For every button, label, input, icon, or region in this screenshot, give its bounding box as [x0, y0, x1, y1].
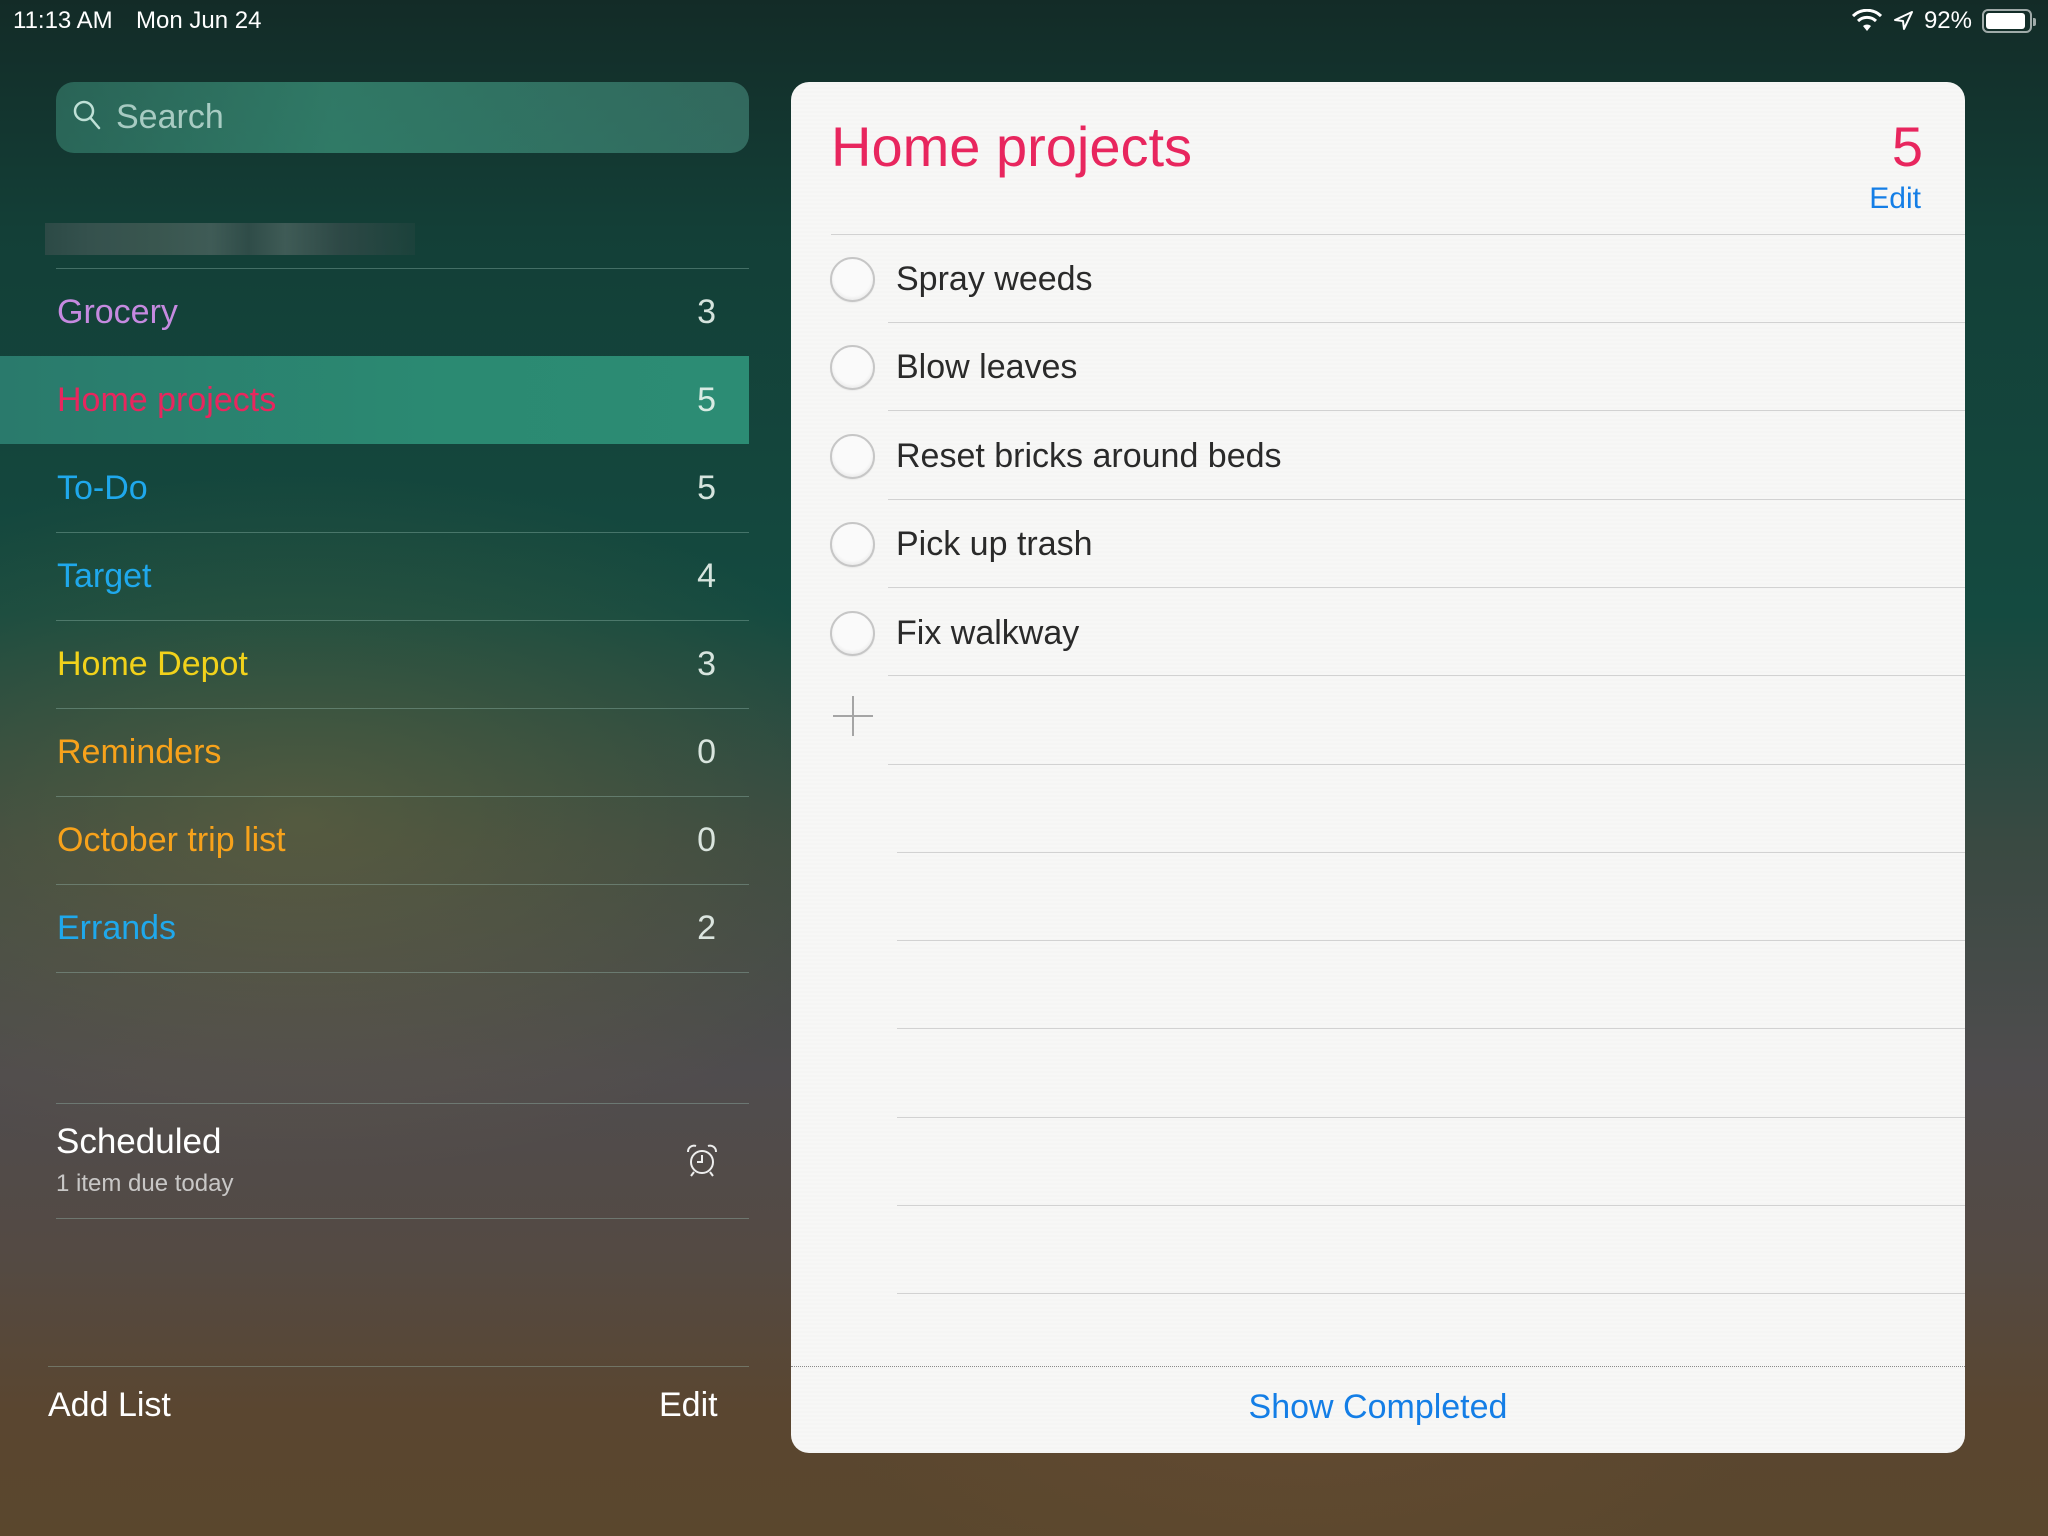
sidebar-list-item[interactable]: Grocery 3	[0, 268, 749, 356]
ruled-line	[897, 851, 1965, 853]
search-icon	[72, 99, 116, 136]
sidebar-edit-button[interactable]: Edit	[659, 1386, 718, 1425]
list-label: Reminders	[57, 732, 222, 771]
sidebar-list-item[interactable]: Target 4	[0, 532, 749, 620]
plus-icon[interactable]	[833, 696, 873, 736]
status-indicators: 92%	[1851, 7, 2036, 35]
sidebar-list-item[interactable]: Reminders 0	[0, 708, 749, 796]
list-count: 0	[697, 820, 716, 859]
ruled-line	[897, 1205, 1965, 1206]
divider	[56, 972, 749, 973]
reminder-text[interactable]: Blow leaves	[896, 348, 1077, 387]
scheduled-title: Scheduled	[56, 1122, 222, 1161]
reminder-item: Blow leaves	[791, 324, 1965, 412]
list-label: Home projects	[57, 380, 277, 419]
status-bar: 11:13 AM Mon Jun 24 92%	[0, 0, 2048, 40]
reminder-checkbox[interactable]	[830, 345, 875, 391]
ruled-line	[888, 675, 1965, 677]
ruled-line	[888, 763, 1965, 765]
list-title: Home projects	[831, 115, 1193, 178]
ruled-line	[888, 410, 1965, 412]
ruled-line	[888, 322, 1965, 323]
status-time: 11:13 AM	[13, 7, 113, 34]
sidebar-list-item[interactable]: Home projects 5	[0, 356, 749, 444]
list-count: 5	[697, 380, 716, 419]
location-arrow-icon	[1892, 10, 1914, 32]
list-count: 4	[697, 556, 716, 595]
status-date: Mon Jun 24	[136, 7, 262, 34]
reminder-checkbox[interactable]	[830, 256, 875, 302]
list-label: To-Do	[57, 468, 148, 507]
list-count: 5	[1891, 115, 1923, 178]
list-label: Grocery	[57, 292, 178, 331]
wifi-icon	[1851, 9, 1882, 33]
reminder-text[interactable]: Spray weeds	[896, 260, 1093, 299]
reminder-checkbox[interactable]	[830, 433, 875, 479]
show-completed-button[interactable]: Show Completed	[791, 1388, 1965, 1427]
battery-icon	[1982, 9, 2036, 33]
list-count: 3	[697, 292, 716, 331]
ruled-line	[897, 1293, 1965, 1295]
reminder-text[interactable]: Pick up trash	[896, 525, 1093, 564]
battery-percent: 92%	[1923, 7, 1972, 34]
reminder-item: Spray weeds	[791, 235, 1965, 323]
list-count: 3	[697, 644, 716, 683]
search-bar[interactable]	[56, 82, 749, 153]
reminder-item: Pick up trash	[791, 501, 1965, 589]
list-label: October trip list	[57, 820, 286, 859]
ruled-line	[888, 498, 1965, 500]
dotted-divider	[791, 1366, 1965, 1367]
redacted-account-name	[45, 223, 415, 255]
list-label: Home Depot	[57, 644, 248, 683]
scheduled-subtitle: 1 item due today	[56, 1170, 234, 1197]
alarm-clock-icon	[684, 1142, 720, 1183]
ruled-line	[897, 1028, 1965, 1030]
ruled-line	[888, 586, 1965, 588]
battery-level	[1986, 13, 2025, 29]
divider	[56, 1218, 749, 1219]
reminder-item: Reset bricks around beds	[791, 412, 1965, 500]
ruled-line	[897, 940, 1965, 942]
reminder-item: Fix walkway	[791, 589, 1965, 677]
add-list-button[interactable]: Add List	[48, 1386, 171, 1425]
search-input[interactable]	[116, 98, 716, 137]
sidebar-list-item[interactable]: October trip list 0	[0, 796, 749, 884]
list-label: Errands	[57, 908, 177, 947]
reminder-checkbox[interactable]	[830, 610, 875, 656]
list-count: 5	[697, 468, 716, 507]
sidebar-list-item[interactable]: To-Do 5	[0, 444, 749, 532]
sidebar-list-item[interactable]: Errands 2	[0, 884, 749, 972]
reminder-text[interactable]: Fix walkway	[896, 614, 1079, 653]
list-edit-button[interactable]: Edit	[1869, 182, 1921, 216]
scheduled-row[interactable]: Scheduled 1 item due today	[0, 1104, 749, 1218]
ruled-line	[897, 1116, 1965, 1118]
sidebar-list-item[interactable]: Home Depot 3	[0, 620, 749, 708]
list-count: 0	[697, 732, 716, 771]
reminder-checkbox[interactable]	[830, 522, 875, 568]
reminder-text[interactable]: Reset bricks around beds	[896, 437, 1282, 476]
list-detail-panel: Home projects 5 Edit Spray weeds Blow lea…	[791, 82, 1965, 1453]
list-count: 2	[697, 908, 716, 947]
divider	[48, 1366, 749, 1367]
list-label: Target	[57, 556, 152, 595]
